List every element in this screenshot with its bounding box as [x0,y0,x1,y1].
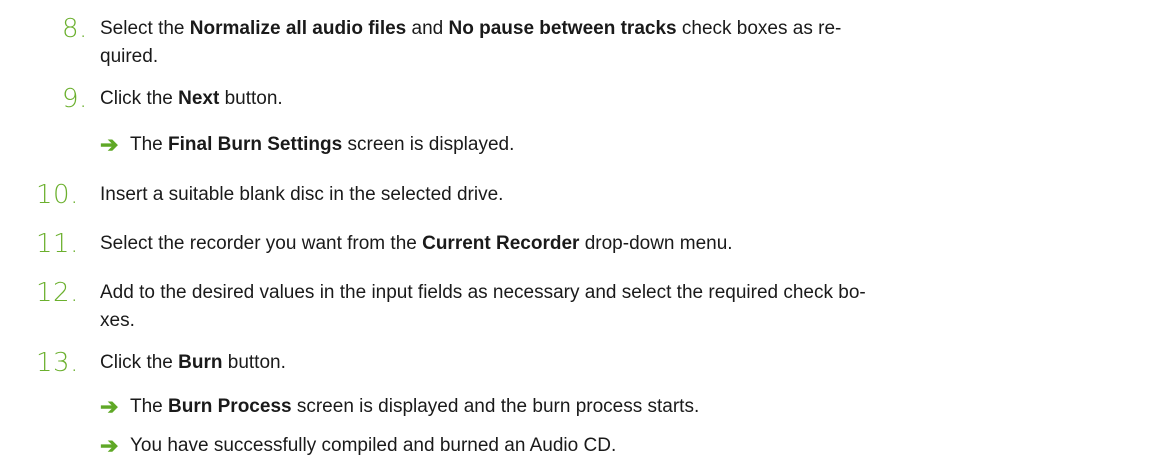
ui-term: Final Burn Settings [168,134,343,155]
result-text: The Burn Process screen is displayed and… [130,396,700,417]
step-text-continued: xes. [100,310,135,331]
result-text: You have successfully compiled and burne… [130,435,617,456]
step-number: 10. [36,180,79,210]
step-text: Click the Burn button. [100,352,286,373]
step-number: 13. [36,348,79,378]
step-text: Add to the desired values in the input f… [100,282,866,303]
document-page: 8. Select the Normalize all audio files … [0,0,1162,470]
ui-term: Burn Process [168,396,292,417]
step-number: 11. [36,229,79,259]
step-text-continued: quired. [100,46,159,67]
step-text: Insert a suitable blank disc in the sele… [100,184,504,205]
ui-term: Normalize all audio files [189,18,407,39]
ui-term: Next [178,88,220,109]
ui-term: No pause between tracks [448,18,677,39]
step-text: Select the recorder you want from the Cu… [100,233,733,254]
arrow-right-icon: ➔ [100,132,119,157]
step-number: 9. [62,84,88,114]
step-text: Click the Next button. [100,88,283,109]
step-number: 8. [62,14,88,44]
ui-term: Burn [178,352,223,373]
result-text: The Final Burn Settings screen is displa… [130,134,515,155]
arrow-right-icon: ➔ [100,394,119,419]
arrow-right-icon: ➔ [100,433,119,458]
step-text: Select the Normalize all audio files and… [100,18,842,39]
ui-term: Current Recorder [422,233,580,254]
step-number: 12. [36,278,79,308]
